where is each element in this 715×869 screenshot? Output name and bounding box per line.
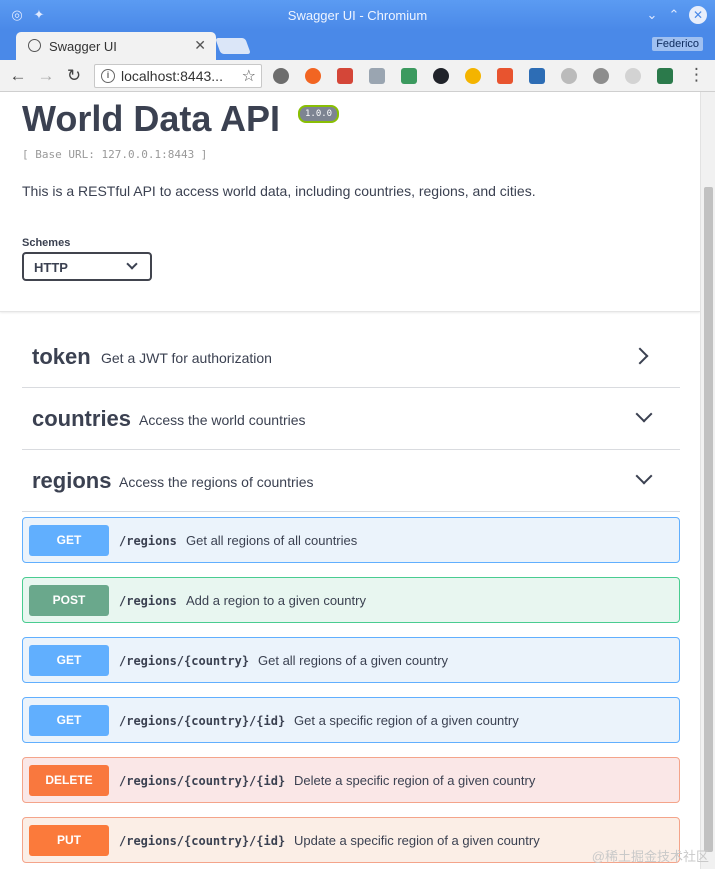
extension-react-icon[interactable] (433, 68, 449, 84)
chevron-right-icon[interactable] (631, 347, 649, 365)
forward-icon[interactable]: → (36, 66, 56, 86)
extension-mail-icon[interactable] (337, 68, 353, 84)
operation-put-region[interactable]: PUT /regions/{country}/{id} Update a spe… (22, 817, 680, 863)
address-bar[interactable]: i localhost:8443... ☆ (94, 64, 262, 88)
close-window-icon[interactable]: ✕ (689, 6, 707, 24)
api-description: This is a RESTful API to access world da… (22, 183, 536, 199)
window-titlebar: ◎ ✦ Swagger UI - Chromium ⌄ ⌃ ✕ (0, 0, 715, 30)
maximize-icon[interactable]: ⌃ (665, 6, 683, 24)
browser-toolbar: ← → ↻ i localhost:8443... ☆ ⋮ (0, 60, 715, 92)
operation-summary: Get a specific region of a given country (294, 713, 519, 728)
method-badge: GET (29, 525, 109, 556)
window-title: Swagger UI - Chromium (287, 8, 428, 23)
method-badge: GET (29, 645, 109, 676)
operation-get-regions-country[interactable]: GET /regions/{country} Get all regions o… (22, 637, 680, 683)
minimize-icon[interactable]: ⌄ (643, 6, 661, 24)
operation-summary: Delete a specific region of a given coun… (294, 773, 536, 788)
reload-icon[interactable]: ↻ (64, 66, 84, 86)
page-viewport: World Data API 1.0.0 [ Base URL: 127.0.0… (0, 92, 700, 869)
tag-regions[interactable]: regions Access the regions of countries (22, 450, 680, 512)
globe-icon (28, 39, 41, 52)
extension-evernote-icon[interactable] (401, 68, 417, 84)
watermark: @稀土掘金技术社区 (591, 849, 709, 864)
schemes-select[interactable]: HTTP (22, 252, 152, 281)
operation-get-regions[interactable]: GET /regions Get all regions of all coun… (22, 517, 680, 563)
browser-tab[interactable]: Swagger UI ✕ (16, 32, 216, 60)
operation-delete-region[interactable]: DELETE /regions/{country}/{id} Delete a … (22, 757, 680, 803)
tag-description: Access the world countries (139, 412, 306, 428)
tag-description: Get a JWT for authorization (101, 350, 272, 366)
operation-path: /regions/{country} (119, 654, 250, 668)
operation-get-region-by-id[interactable]: GET /regions/{country}/{id} Get a specif… (22, 697, 680, 743)
operation-summary: Add a region to a given country (186, 593, 366, 608)
schemes-label: Schemes (22, 237, 71, 249)
tag-name: regions (32, 468, 112, 493)
operation-summary: Update a specific region of a given coun… (294, 833, 540, 848)
operation-path: /regions/{country}/{id} (119, 714, 286, 728)
method-badge: POST (29, 585, 109, 616)
operation-summary: Get all regions of a given country (258, 653, 449, 668)
api-title: World Data API (22, 98, 281, 139)
extension-shield-icon[interactable] (305, 68, 321, 84)
close-tab-icon[interactable]: ✕ (194, 37, 206, 54)
extension-bike-icon[interactable] (593, 68, 609, 84)
info-icon[interactable]: i (101, 69, 115, 83)
base-url: [ Base URL: 127.0.0.1:8443 ] (22, 148, 208, 161)
tag-token[interactable]: token Get a JWT for authorization (22, 326, 680, 388)
chevron-down-icon[interactable] (635, 467, 653, 485)
tag-countries[interactable]: countries Access the world countries (22, 388, 680, 450)
extension-cube-icon[interactable] (657, 68, 673, 84)
operation-path: /regions (119, 534, 177, 548)
new-tab-button[interactable] (215, 38, 251, 54)
tag-name: token (32, 344, 91, 369)
extension-cors-icon[interactable] (497, 68, 513, 84)
tag-description: Access the regions of countries (119, 474, 314, 490)
url-text: localhost:8443... (121, 68, 223, 84)
back-icon[interactable]: ← (8, 66, 28, 86)
profile-button[interactable]: Federico (652, 37, 703, 51)
tab-label: Swagger UI (49, 39, 117, 54)
extension-circle-icon[interactable] (625, 68, 641, 84)
extension-gear-icon[interactable] (273, 68, 289, 84)
schemes-value: HTTP (34, 260, 68, 275)
version-badge: 1.0.0 (298, 105, 340, 123)
operation-summary: Get all regions of all countries (186, 533, 358, 548)
extension-s-icon[interactable] (529, 68, 545, 84)
operation-post-regions[interactable]: POST /regions Add a region to a given co… (22, 577, 680, 623)
method-badge: PUT (29, 825, 109, 856)
scrollbar-thumb[interactable] (704, 187, 713, 852)
tab-strip: Swagger UI ✕ Federico (0, 30, 715, 60)
chevron-down-icon (126, 258, 138, 270)
api-info-section: World Data API 1.0.0 [ Base URL: 127.0.0… (0, 92, 700, 312)
vertical-scrollbar[interactable] (700, 92, 715, 869)
extension-dropbox-icon[interactable] (369, 68, 385, 84)
bookmark-star-icon[interactable]: ☆ (242, 66, 256, 86)
operation-path: /regions/{country}/{id} (119, 774, 286, 788)
method-badge: DELETE (29, 765, 109, 796)
operation-path: /regions/{country}/{id} (119, 834, 286, 848)
method-badge: GET (29, 705, 109, 736)
tag-name: countries (32, 406, 132, 431)
extension-chrome-icon[interactable] (465, 68, 481, 84)
extension-loading-icon[interactable] (561, 68, 577, 84)
chevron-down-icon[interactable] (635, 405, 653, 423)
menu-dots-icon[interactable]: ⋮ (688, 65, 705, 85)
operation-path: /regions (119, 594, 177, 608)
